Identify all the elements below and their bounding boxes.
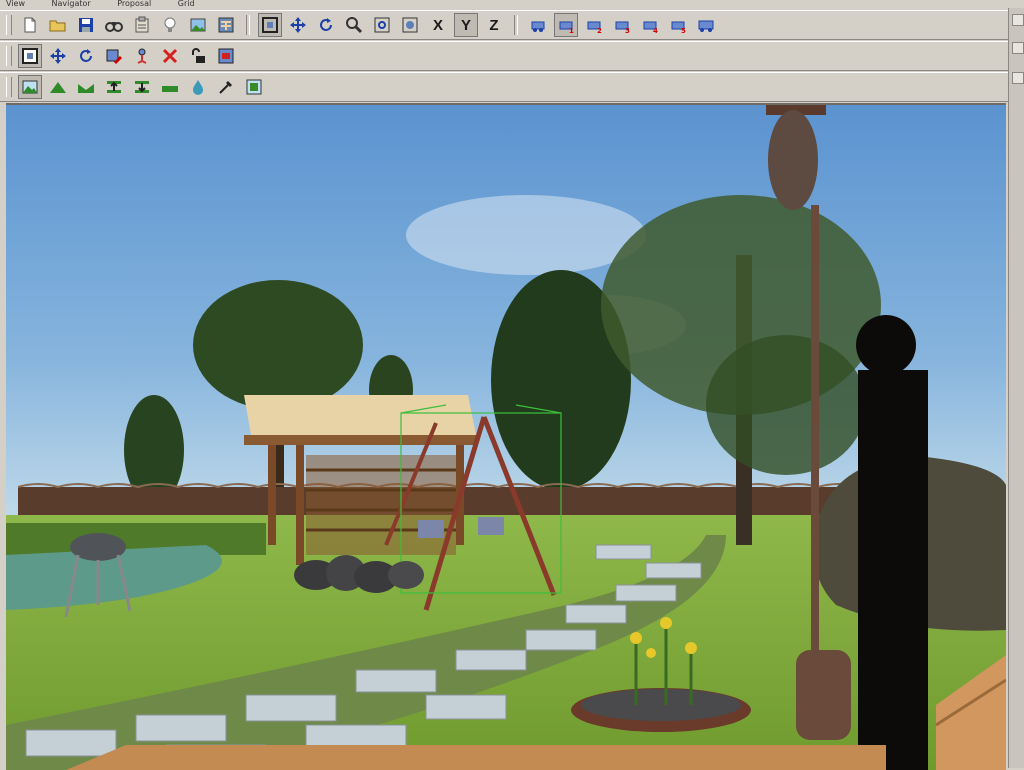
move-icon[interactable] <box>286 13 310 37</box>
new-file-icon[interactable] <box>18 13 42 37</box>
water-drop-icon[interactable] <box>186 75 210 99</box>
view-4-icon[interactable]: 3 <box>610 13 634 37</box>
svg-text:2: 2 <box>597 27 602 34</box>
z-axis-button[interactable]: Z <box>482 13 506 37</box>
menu-item-view[interactable]: View <box>6 0 25 8</box>
3d-viewport[interactable] <box>6 103 1006 770</box>
hill-icon[interactable] <box>46 75 70 99</box>
view-1-icon[interactable] <box>526 13 550 37</box>
menu-bar: View Navigator Proposal Grid <box>0 0 1024 8</box>
picture-icon[interactable] <box>186 13 210 37</box>
view-5-icon[interactable]: 4 <box>638 13 662 37</box>
select-frame-icon[interactable] <box>258 13 282 37</box>
y-axis-button[interactable]: Y <box>454 13 478 37</box>
slope-up-icon[interactable] <box>102 75 126 99</box>
valley-icon[interactable] <box>74 75 98 99</box>
toolbar-grip[interactable] <box>6 15 12 35</box>
object-toolbar <box>0 41 1008 71</box>
open-folder-icon[interactable] <box>46 13 70 37</box>
view-6-icon[interactable]: 5 <box>666 13 690 37</box>
fit-view-icon[interactable] <box>370 13 394 37</box>
svg-text:4: 4 <box>653 27 658 34</box>
fence-post[interactable] <box>856 315 928 770</box>
eyedropper-icon[interactable] <box>214 75 238 99</box>
view-3-icon[interactable]: 2 <box>582 13 606 37</box>
menu-item-navigator[interactable]: Navigator <box>52 0 91 8</box>
dock-pin-icon[interactable] <box>1012 42 1024 54</box>
lock-icon[interactable] <box>186 44 210 68</box>
x-axis-button[interactable]: X <box>426 13 450 37</box>
light-bulb-icon[interactable] <box>158 13 182 37</box>
dock-panel-strip[interactable] <box>1008 8 1024 768</box>
zoom-icon[interactable] <box>342 13 366 37</box>
save-icon[interactable] <box>74 13 98 37</box>
rotate-object-icon[interactable] <box>74 44 98 68</box>
terrain-toolbar <box>0 72 1008 102</box>
wallpaper-icon[interactable] <box>214 13 238 37</box>
select-object-icon[interactable] <box>18 44 42 68</box>
render-icon[interactable] <box>214 44 238 68</box>
edit-object-icon[interactable] <box>102 44 126 68</box>
rotate-icon[interactable] <box>314 13 338 37</box>
cloud <box>406 195 646 275</box>
main-toolbar: X Y Z 1 2 3 4 5 <box>0 10 1008 40</box>
svg-text:5: 5 <box>681 27 686 34</box>
menu-item-proposal[interactable]: Proposal <box>117 0 151 8</box>
toolbar-separator <box>246 15 250 35</box>
menu-item-grid[interactable]: Grid <box>178 0 195 8</box>
toolbar-grip[interactable] <box>6 77 12 97</box>
toolbar-grip[interactable] <box>6 46 12 66</box>
slope-down-icon[interactable] <box>130 75 154 99</box>
walk-icon[interactable] <box>130 44 154 68</box>
svg-text:1: 1 <box>569 27 574 34</box>
delete-icon[interactable] <box>158 44 182 68</box>
view-7-icon[interactable] <box>694 13 718 37</box>
properties-icon[interactable] <box>130 13 154 37</box>
dock-pin-icon[interactable] <box>1012 72 1024 84</box>
dock-pin-icon[interactable] <box>1012 14 1024 26</box>
fit-all-icon[interactable] <box>398 13 422 37</box>
svg-text:3: 3 <box>625 27 630 34</box>
flatten-icon[interactable] <box>158 75 182 99</box>
view-2-icon[interactable]: 1 <box>554 13 578 37</box>
binoculars-icon[interactable] <box>102 13 126 37</box>
toolbar-separator <box>514 15 518 35</box>
texture-icon[interactable] <box>242 75 266 99</box>
move-object-icon[interactable] <box>46 44 70 68</box>
terrain-icon[interactable] <box>18 75 42 99</box>
